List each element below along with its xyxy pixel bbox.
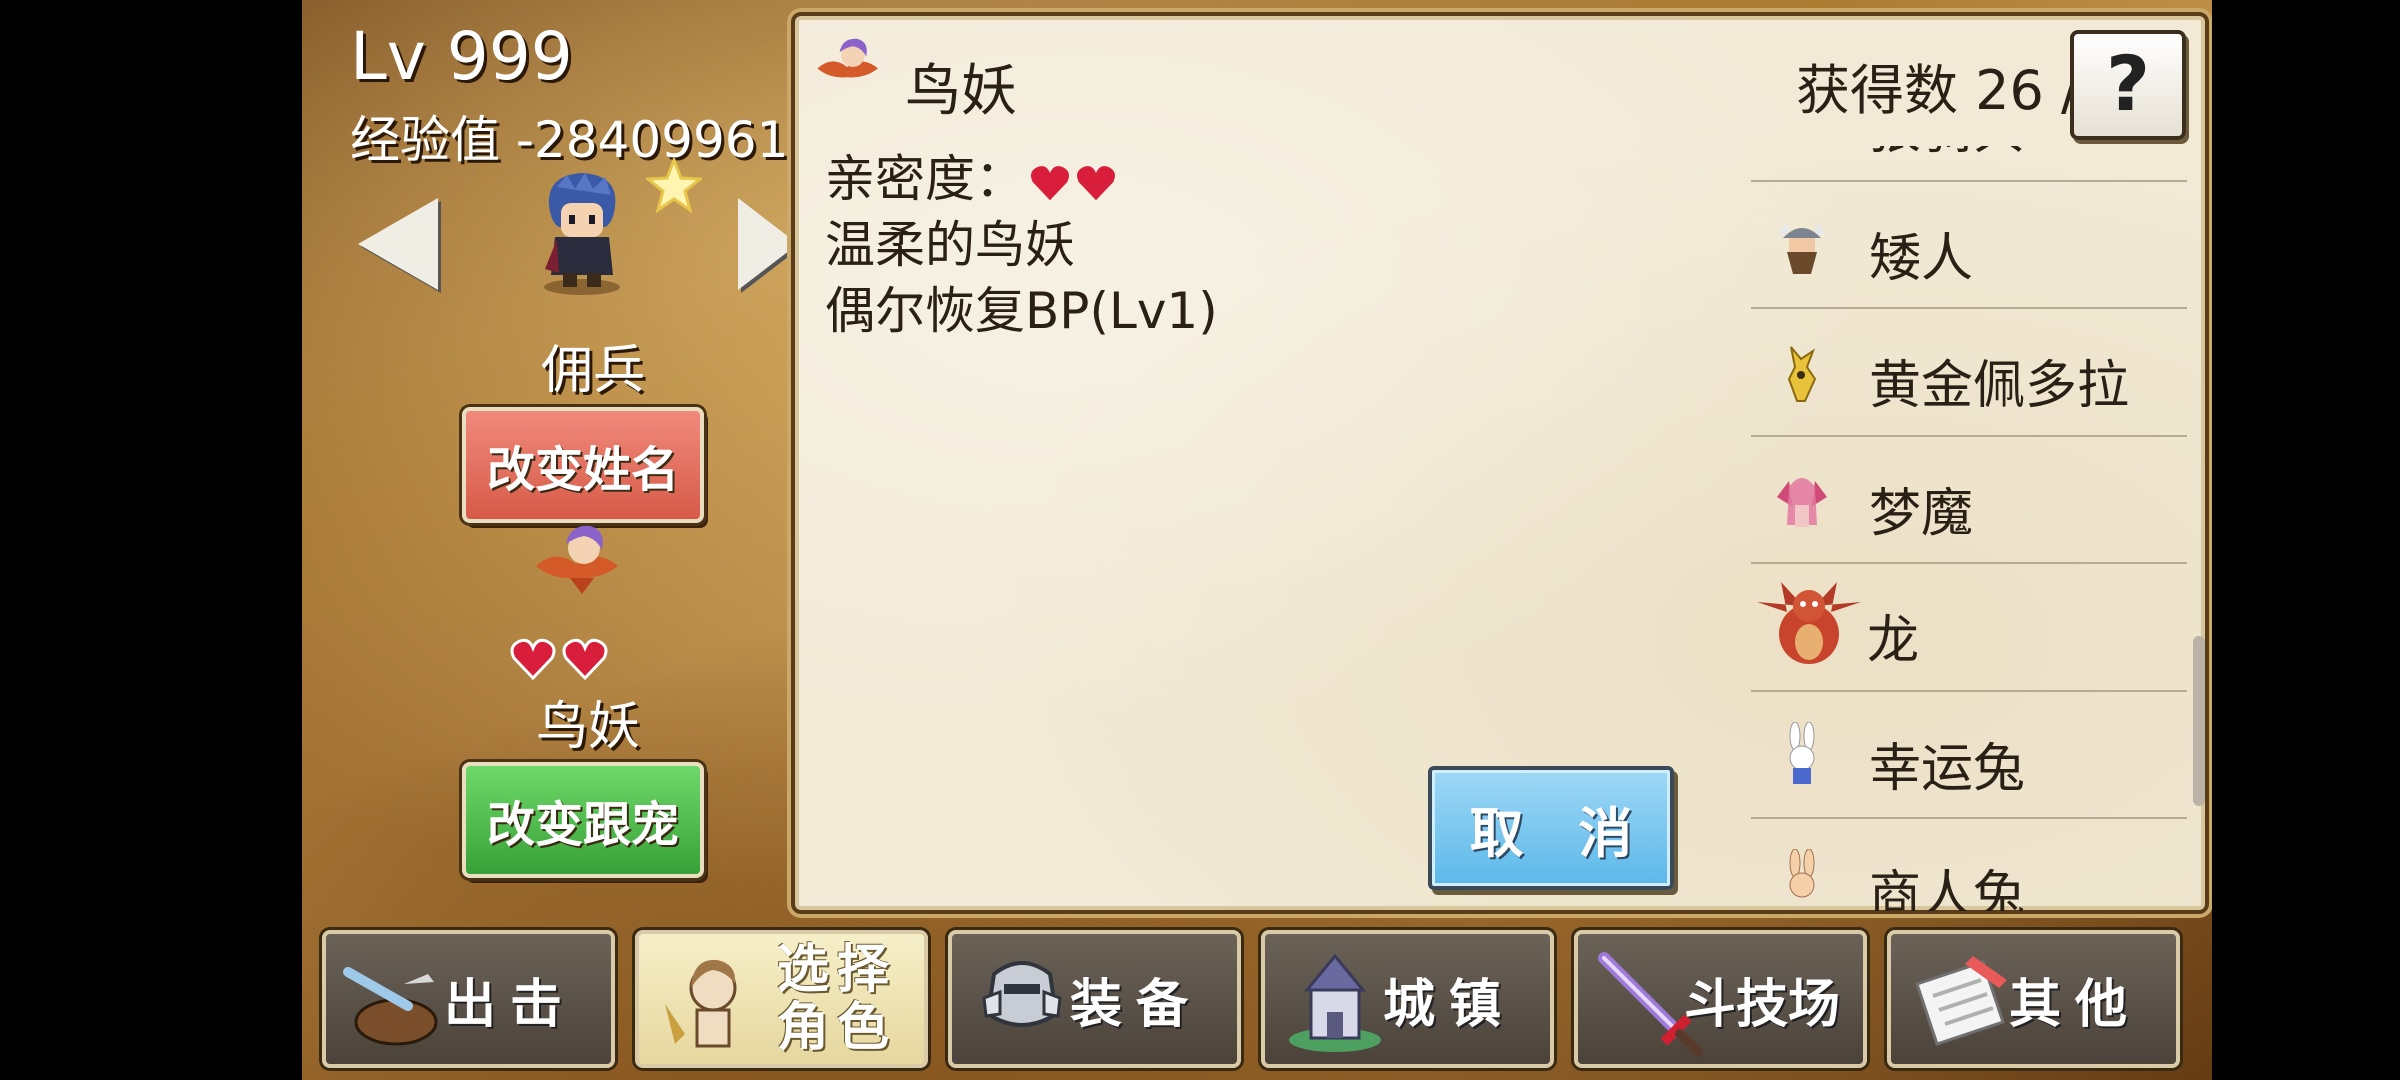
tab-town[interactable]: 城镇 bbox=[1261, 930, 1554, 1068]
heart-icon bbox=[1031, 165, 1069, 200]
tab-label-line2: 角色 bbox=[777, 998, 898, 1058]
affection-hearts bbox=[1029, 164, 1117, 202]
list-item-label: 商人兔 bbox=[1869, 866, 2026, 911]
wolf-rider-icon bbox=[1767, 146, 1837, 154]
pet-affection-hearts bbox=[510, 638, 608, 680]
tab-sortie[interactable]: 出击 bbox=[322, 930, 615, 1068]
game-screen: Lv 999 经验值 -28409961 佣兵 改变姓名 鸟妖 改变跟宠 鸟妖 … bbox=[302, 0, 2212, 1080]
tab-label: 斗技场 bbox=[1684, 974, 1841, 1035]
tab-equipment[interactable]: 装备 bbox=[948, 930, 1241, 1068]
list-scrollbar[interactable] bbox=[2193, 636, 2205, 806]
tab-character-select[interactable]: 选择 角色 bbox=[635, 930, 928, 1068]
lucky-rabbit-icon bbox=[1789, 721, 1815, 784]
pet-description: 亲密度： 温柔的鸟妖 偶尔恢复BP(Lv1) bbox=[825, 146, 1218, 344]
tab-label: 选择 角色 bbox=[777, 934, 897, 1064]
prev-character-arrow-icon[interactable] bbox=[358, 198, 438, 290]
tab-label: 装备 bbox=[1070, 974, 1203, 1035]
heart-icon bbox=[562, 638, 608, 680]
harpy-icon bbox=[817, 38, 879, 78]
tab-label-line1: 选择 bbox=[777, 940, 898, 1000]
bottom-tab-bar: 出击 选择 角色 装备 城镇 斗技场 其他 bbox=[322, 930, 2202, 1070]
list-item-label: 幸运兔 bbox=[1869, 738, 2026, 799]
equipment-icon bbox=[982, 961, 1062, 1027]
pet-flavor-text: 温柔的鸟妖 bbox=[825, 216, 1075, 274]
change-pet-button[interactable]: 改变跟宠 bbox=[462, 762, 704, 878]
pet-name: 鸟妖 bbox=[535, 697, 640, 757]
list-item[interactable]: 龙 bbox=[1751, 564, 2187, 692]
list-item-label: 梦魔 bbox=[1869, 483, 1974, 544]
list-item[interactable]: 幸运兔 bbox=[1751, 692, 2187, 819]
pet-skill-text: 偶尔恢复BP(Lv1) bbox=[825, 282, 1218, 340]
pet-list[interactable]: 狼骑兵 矮人 黄金佩多拉 梦魔 龙 bbox=[1751, 146, 2187, 911]
tab-other[interactable]: 其他 bbox=[1887, 930, 2180, 1068]
tab-arena[interactable]: 斗技场 bbox=[1574, 930, 1867, 1068]
merchant-rabbit-icon bbox=[1789, 849, 1815, 898]
list-item-label: 龙 bbox=[1867, 611, 1920, 671]
pet-detail-panel: 鸟妖 获得数 26 / 26 ? 亲密度： 温柔的鸟妖 偶尔恢复BP(Lv1) … bbox=[791, 12, 2209, 914]
tab-label: 出击 bbox=[444, 974, 577, 1035]
favorite-star-icon bbox=[646, 158, 702, 214]
list-item[interactable]: 梦魔 bbox=[1751, 437, 2187, 564]
list-item[interactable]: 狼骑兵 bbox=[1751, 146, 2187, 182]
character-select-icon bbox=[665, 959, 737, 1048]
help-button[interactable]: ? bbox=[2070, 30, 2186, 140]
harpy-pet-icon bbox=[536, 525, 618, 594]
heart-icon bbox=[1077, 165, 1115, 200]
golden-pedora-icon bbox=[1787, 346, 1817, 402]
list-item[interactable]: 商人兔 bbox=[1751, 819, 2187, 911]
mercenary-sprite-icon bbox=[544, 173, 620, 295]
affection-label: 亲密度： bbox=[825, 150, 1025, 208]
panel-title: 鸟妖 bbox=[905, 59, 1017, 124]
list-item[interactable]: 黄金佩多拉 bbox=[1751, 309, 2187, 437]
tab-label: 其他 bbox=[2009, 974, 2142, 1035]
cancel-button[interactable]: 取 消 bbox=[1428, 766, 1674, 890]
next-character-arrow-icon[interactable] bbox=[738, 198, 798, 290]
dwarf-icon bbox=[1777, 221, 1827, 274]
list-item-label: 矮人 bbox=[1869, 228, 1974, 289]
character-name: 佣兵 bbox=[540, 341, 645, 401]
other-icon bbox=[1915, 956, 2007, 1046]
player-level: Lv 999 bbox=[350, 18, 573, 95]
sortie-icon bbox=[343, 967, 438, 1046]
town-icon bbox=[1289, 953, 1381, 1052]
list-item-label: 黄金佩多拉 bbox=[1869, 356, 2130, 416]
succubus-icon bbox=[1777, 477, 1827, 527]
player-exp: 经验值 -28409961 bbox=[350, 111, 789, 169]
rename-button[interactable]: 改变姓名 bbox=[462, 407, 704, 523]
tab-label: 城镇 bbox=[1383, 974, 1516, 1035]
dragon-icon bbox=[1757, 582, 1861, 664]
affection-row: 亲密度： bbox=[825, 146, 1218, 212]
list-item[interactable]: 矮人 bbox=[1751, 182, 2187, 309]
heart-icon bbox=[510, 638, 556, 680]
list-item-label: 狼骑兵 bbox=[1869, 146, 2025, 163]
